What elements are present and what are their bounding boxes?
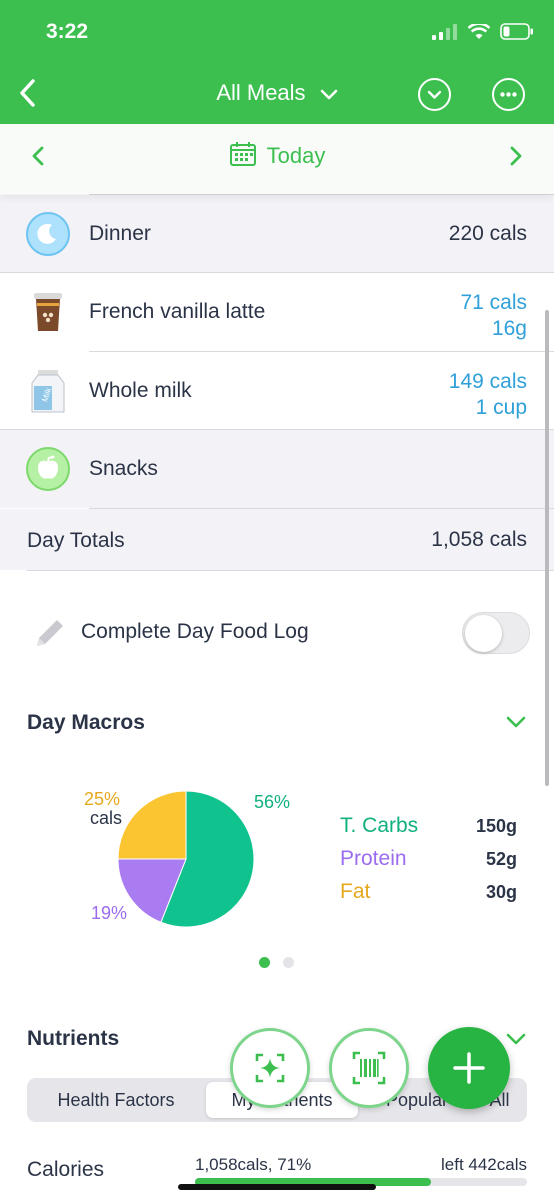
food-name: Whole milk xyxy=(89,379,192,402)
wifi-icon xyxy=(468,23,490,39)
calendar-icon xyxy=(229,142,256,166)
complete-food-log-toggle[interactable] xyxy=(462,612,530,654)
milk-carton-icon: Milk xyxy=(31,370,65,413)
food-name: French vanilla latte xyxy=(89,300,266,323)
legend-label: Protein xyxy=(340,847,407,870)
meal-row-snacks[interactable]: Snacks xyxy=(0,430,554,508)
battery-icon xyxy=(500,23,533,40)
pie-label-fat-sub: cals xyxy=(90,808,123,828)
page-dot[interactable] xyxy=(283,957,294,968)
food-quantity: 1 cup xyxy=(475,396,527,419)
signal-icon xyxy=(432,23,457,40)
legend-carbs: T. Carbs 150g xyxy=(340,814,520,838)
calories-label: Calories xyxy=(27,1158,105,1181)
moon-icon xyxy=(26,212,70,256)
calories-left: left 442cals xyxy=(441,1155,527,1174)
day-totals-label: Day Totals xyxy=(27,529,125,552)
sparkle-scan-icon xyxy=(255,1053,285,1083)
pie-label-protein: 19% xyxy=(91,903,128,923)
circle-chevron-down-icon[interactable] xyxy=(418,78,451,111)
barcode-icon xyxy=(352,1051,386,1085)
status-time: 3:22 xyxy=(46,20,89,43)
food-amount: 149 cals 1 cup xyxy=(449,369,527,421)
legend-label: Fat xyxy=(340,880,371,903)
nutrients-title: Nutrients xyxy=(27,1027,120,1050)
meal-label: Snacks xyxy=(89,457,158,480)
page-dot-active[interactable] xyxy=(259,957,270,968)
apple-icon xyxy=(26,447,70,491)
complete-food-log-label: Complete Day Food Log xyxy=(81,620,309,643)
status-icons xyxy=(432,23,534,40)
day-totals-row: Day Totals 1,058 cals xyxy=(0,509,554,570)
food-amount: 71 cals 16g xyxy=(460,290,527,342)
nav-bar: All Meals xyxy=(0,70,554,118)
home-indicator[interactable] xyxy=(178,1184,376,1190)
nav-title: All Meals xyxy=(216,80,306,105)
legend-amount: 52g xyxy=(485,849,517,869)
day-macros-title: Day Macros xyxy=(27,711,145,734)
legend-label: T. Carbs xyxy=(340,814,419,837)
food-calories: 149 cals xyxy=(448,370,527,393)
date-label: Today xyxy=(266,143,326,168)
pie-slice-fat xyxy=(117,790,187,860)
legend-amount: 150g xyxy=(475,816,517,836)
food-row[interactable]: French vanilla latte 71 cals 16g xyxy=(0,273,554,351)
meal-filter-dropdown[interactable]: All Meals xyxy=(0,80,554,107)
meal-row-dinner[interactable]: Dinner 220 cals xyxy=(0,195,554,273)
add-food-button[interactable] xyxy=(428,1027,510,1109)
date-picker-button[interactable]: Today xyxy=(0,141,554,169)
coffee-cup-icon xyxy=(34,293,62,331)
food-quantity: 16g xyxy=(491,317,527,340)
divider xyxy=(27,570,554,571)
chevron-right-icon[interactable] xyxy=(506,144,526,168)
meal-calories: 220 cals xyxy=(448,222,527,245)
pie-label-fat: 25% xyxy=(84,789,121,809)
meal-label: Dinner xyxy=(89,222,151,245)
macros-pie-chart xyxy=(117,790,255,928)
calories-consumed: 1,058cals, 71% xyxy=(195,1155,312,1174)
toggle-knob xyxy=(465,615,502,652)
food-row[interactable]: Milk Whole milk 149 cals 1 cup xyxy=(0,352,554,430)
more-icon[interactable] xyxy=(492,78,525,111)
date-navigator: Today xyxy=(0,124,554,194)
pie-label-carbs: 56% xyxy=(254,792,291,812)
barcode-scan-button[interactable] xyxy=(329,1028,409,1108)
legend-fat: Fat 30g xyxy=(340,880,520,904)
scrollbar[interactable] xyxy=(545,310,549,786)
food-calories: 71 cals xyxy=(460,291,527,314)
day-totals-value: 1,058 cals xyxy=(431,528,527,551)
tab-health-factors[interactable]: Health Factors xyxy=(31,1082,201,1118)
legend-protein: Protein 52g xyxy=(340,847,520,871)
legend-amount: 30g xyxy=(485,882,517,902)
app-header: 3:22 All Meals xyxy=(0,0,554,124)
chevron-down-icon[interactable] xyxy=(505,714,527,730)
pencil-icon xyxy=(37,620,63,646)
plus-icon xyxy=(453,1052,485,1084)
chevron-down-icon xyxy=(320,81,338,107)
ai-scan-button[interactable] xyxy=(230,1028,310,1108)
